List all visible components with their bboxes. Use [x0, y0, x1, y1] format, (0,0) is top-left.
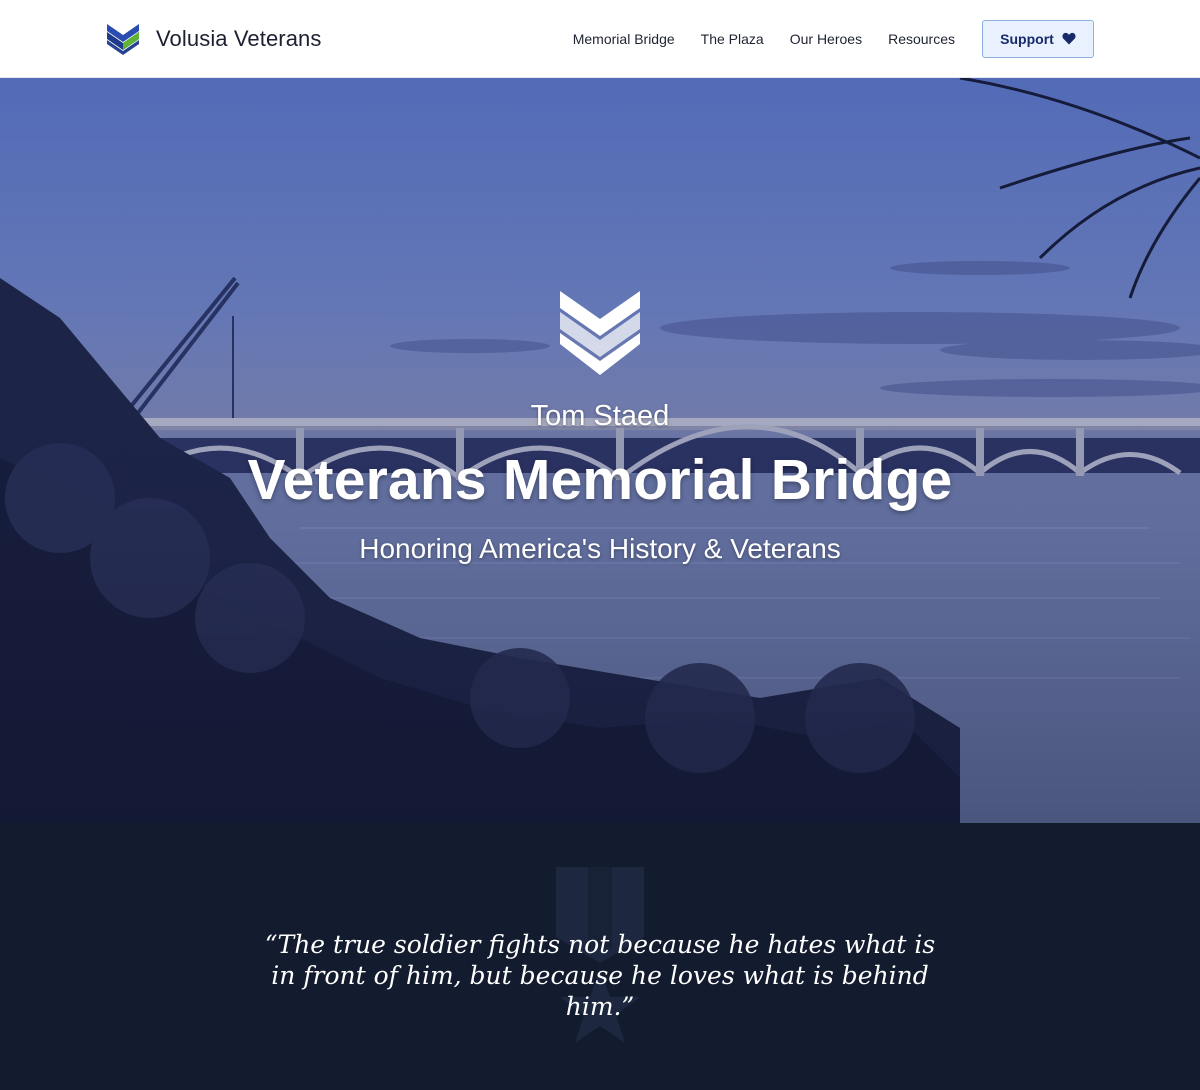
support-button[interactable]: Support	[982, 19, 1094, 58]
nav-our-heroes[interactable]: Our Heroes	[790, 31, 862, 47]
quote-section: “The true soldier fights not because he …	[0, 823, 1200, 1090]
nav-memorial-bridge[interactable]: Memorial Bridge	[573, 31, 675, 47]
hero-content: Tom Staed Veterans Memorial Bridge Honor…	[0, 290, 1200, 565]
heart-icon	[1062, 32, 1076, 45]
chevron-logo-icon	[107, 23, 139, 55]
quote-text: “The true soldier fights not because he …	[264, 930, 936, 1021]
hero-subtitle: Honoring America's History & Veterans	[359, 533, 841, 564]
chevron-emblem-icon	[560, 291, 640, 375]
hero-eyebrow: Tom Staed	[530, 400, 670, 432]
brand-name: Volusia Veterans	[156, 25, 322, 51]
main-nav: Memorial Bridge The Plaza Our Heroes Res…	[573, 19, 1094, 58]
nav-resources[interactable]: Resources	[888, 31, 955, 47]
support-label: Support	[1000, 30, 1054, 47]
site-header: Volusia Veterans Memorial Bridge The Pla…	[0, 0, 1200, 78]
hero-section: Tom Staed Veterans Memorial Bridge Honor…	[0, 78, 1200, 823]
brand-home-link[interactable]: Volusia Veterans	[106, 22, 322, 56]
hero-title: Veterans Memorial Bridge	[247, 448, 953, 512]
nav-the-plaza[interactable]: The Plaza	[701, 31, 764, 47]
